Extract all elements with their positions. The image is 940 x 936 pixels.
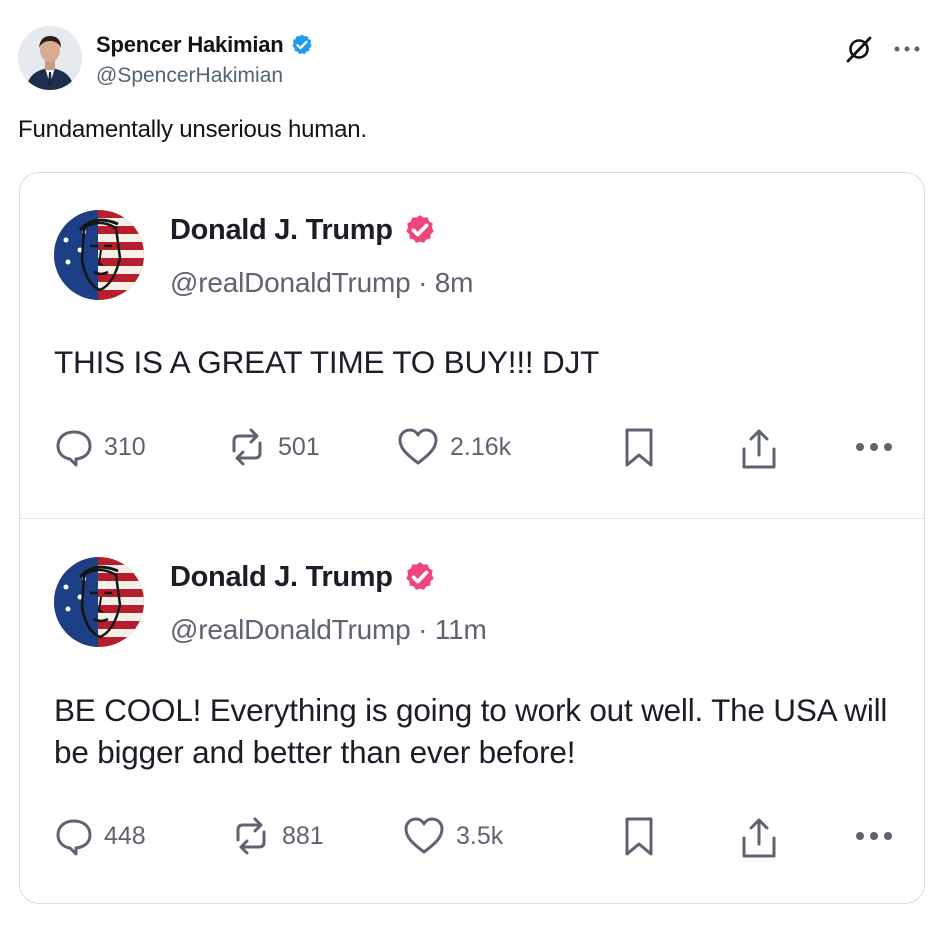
bookmark-action: [622, 427, 656, 469]
like-count: 3.5k: [456, 821, 504, 850]
post-author-row: Donald J. Trump: [170, 213, 437, 247]
reply-icon: [54, 427, 94, 467]
post-actions: 310 501 2.16k: [54, 427, 894, 477]
reply-count: 310: [104, 432, 146, 461]
share-action: [740, 427, 778, 471]
bookmark-icon: [622, 816, 656, 858]
share-icon: [740, 816, 778, 860]
reply-icon: [54, 816, 94, 856]
reply-count: 448: [104, 821, 146, 850]
like-action: 3.5k: [402, 816, 503, 856]
share-action: [740, 816, 778, 860]
author-name[interactable]: Spencer Hakimian: [96, 32, 284, 58]
post-actions: 448 881 3.5k: [54, 816, 894, 866]
bookmark-action: [622, 816, 656, 858]
more-icon[interactable]: [894, 45, 920, 53]
embedded-image-card[interactable]: Donald J. Trump @realDonaldTrump · 8m TH…: [19, 172, 925, 904]
post-more-action: [854, 830, 894, 842]
avatar[interactable]: [18, 26, 82, 90]
post-author-name: Donald J. Trump: [170, 213, 393, 246]
share-icon: [740, 427, 778, 471]
verified-badge-icon: [403, 560, 437, 594]
repost-action: 881: [230, 816, 324, 856]
repost-icon: [226, 427, 268, 467]
repost-count: 881: [282, 821, 324, 850]
bookmark-icon: [622, 427, 656, 469]
post-author-name: Donald J. Trump: [170, 560, 393, 593]
repost-action: 501: [226, 427, 320, 467]
tweet-header: Spencer Hakimian @SpencerHakimian: [18, 26, 922, 94]
truth-post: Donald J. Trump @realDonaldTrump · 11m B…: [20, 518, 924, 903]
avatar: [54, 210, 144, 300]
tweet-text: Fundamentally unserious human.: [18, 116, 367, 143]
post-text: THIS IS A GREAT TIME TO BUY!!! DJT: [54, 344, 600, 380]
post-handle-time: @realDonaldTrump · 11m: [170, 614, 487, 645]
post-author-row: Donald J. Trump: [170, 560, 437, 594]
header-actions: [844, 34, 920, 64]
post-handle-time: @realDonaldTrump · 8m: [170, 267, 474, 298]
post-text: BE COOL! Everything is going to work out…: [54, 692, 888, 770]
more-icon: [854, 441, 894, 453]
more-icon: [854, 830, 894, 842]
repost-count: 501: [278, 432, 320, 461]
author-name-row[interactable]: Spencer Hakimian: [96, 32, 314, 58]
truth-post: Donald J. Trump @realDonaldTrump · 8m TH…: [20, 173, 924, 518]
repost-icon: [230, 816, 272, 856]
verified-badge-icon: [290, 33, 314, 57]
grok-icon[interactable]: [844, 34, 874, 64]
author-handle[interactable]: @SpencerHakimian: [96, 64, 283, 88]
avatar: [54, 557, 144, 647]
post-more-action: [854, 441, 894, 453]
reply-action: 448: [54, 816, 146, 856]
like-count: 2.16k: [450, 432, 512, 461]
reply-action: 310: [54, 427, 146, 467]
like-icon: [396, 427, 440, 467]
verified-badge-icon: [403, 213, 437, 247]
like-icon: [402, 816, 446, 856]
like-action: 2.16k: [396, 427, 511, 467]
